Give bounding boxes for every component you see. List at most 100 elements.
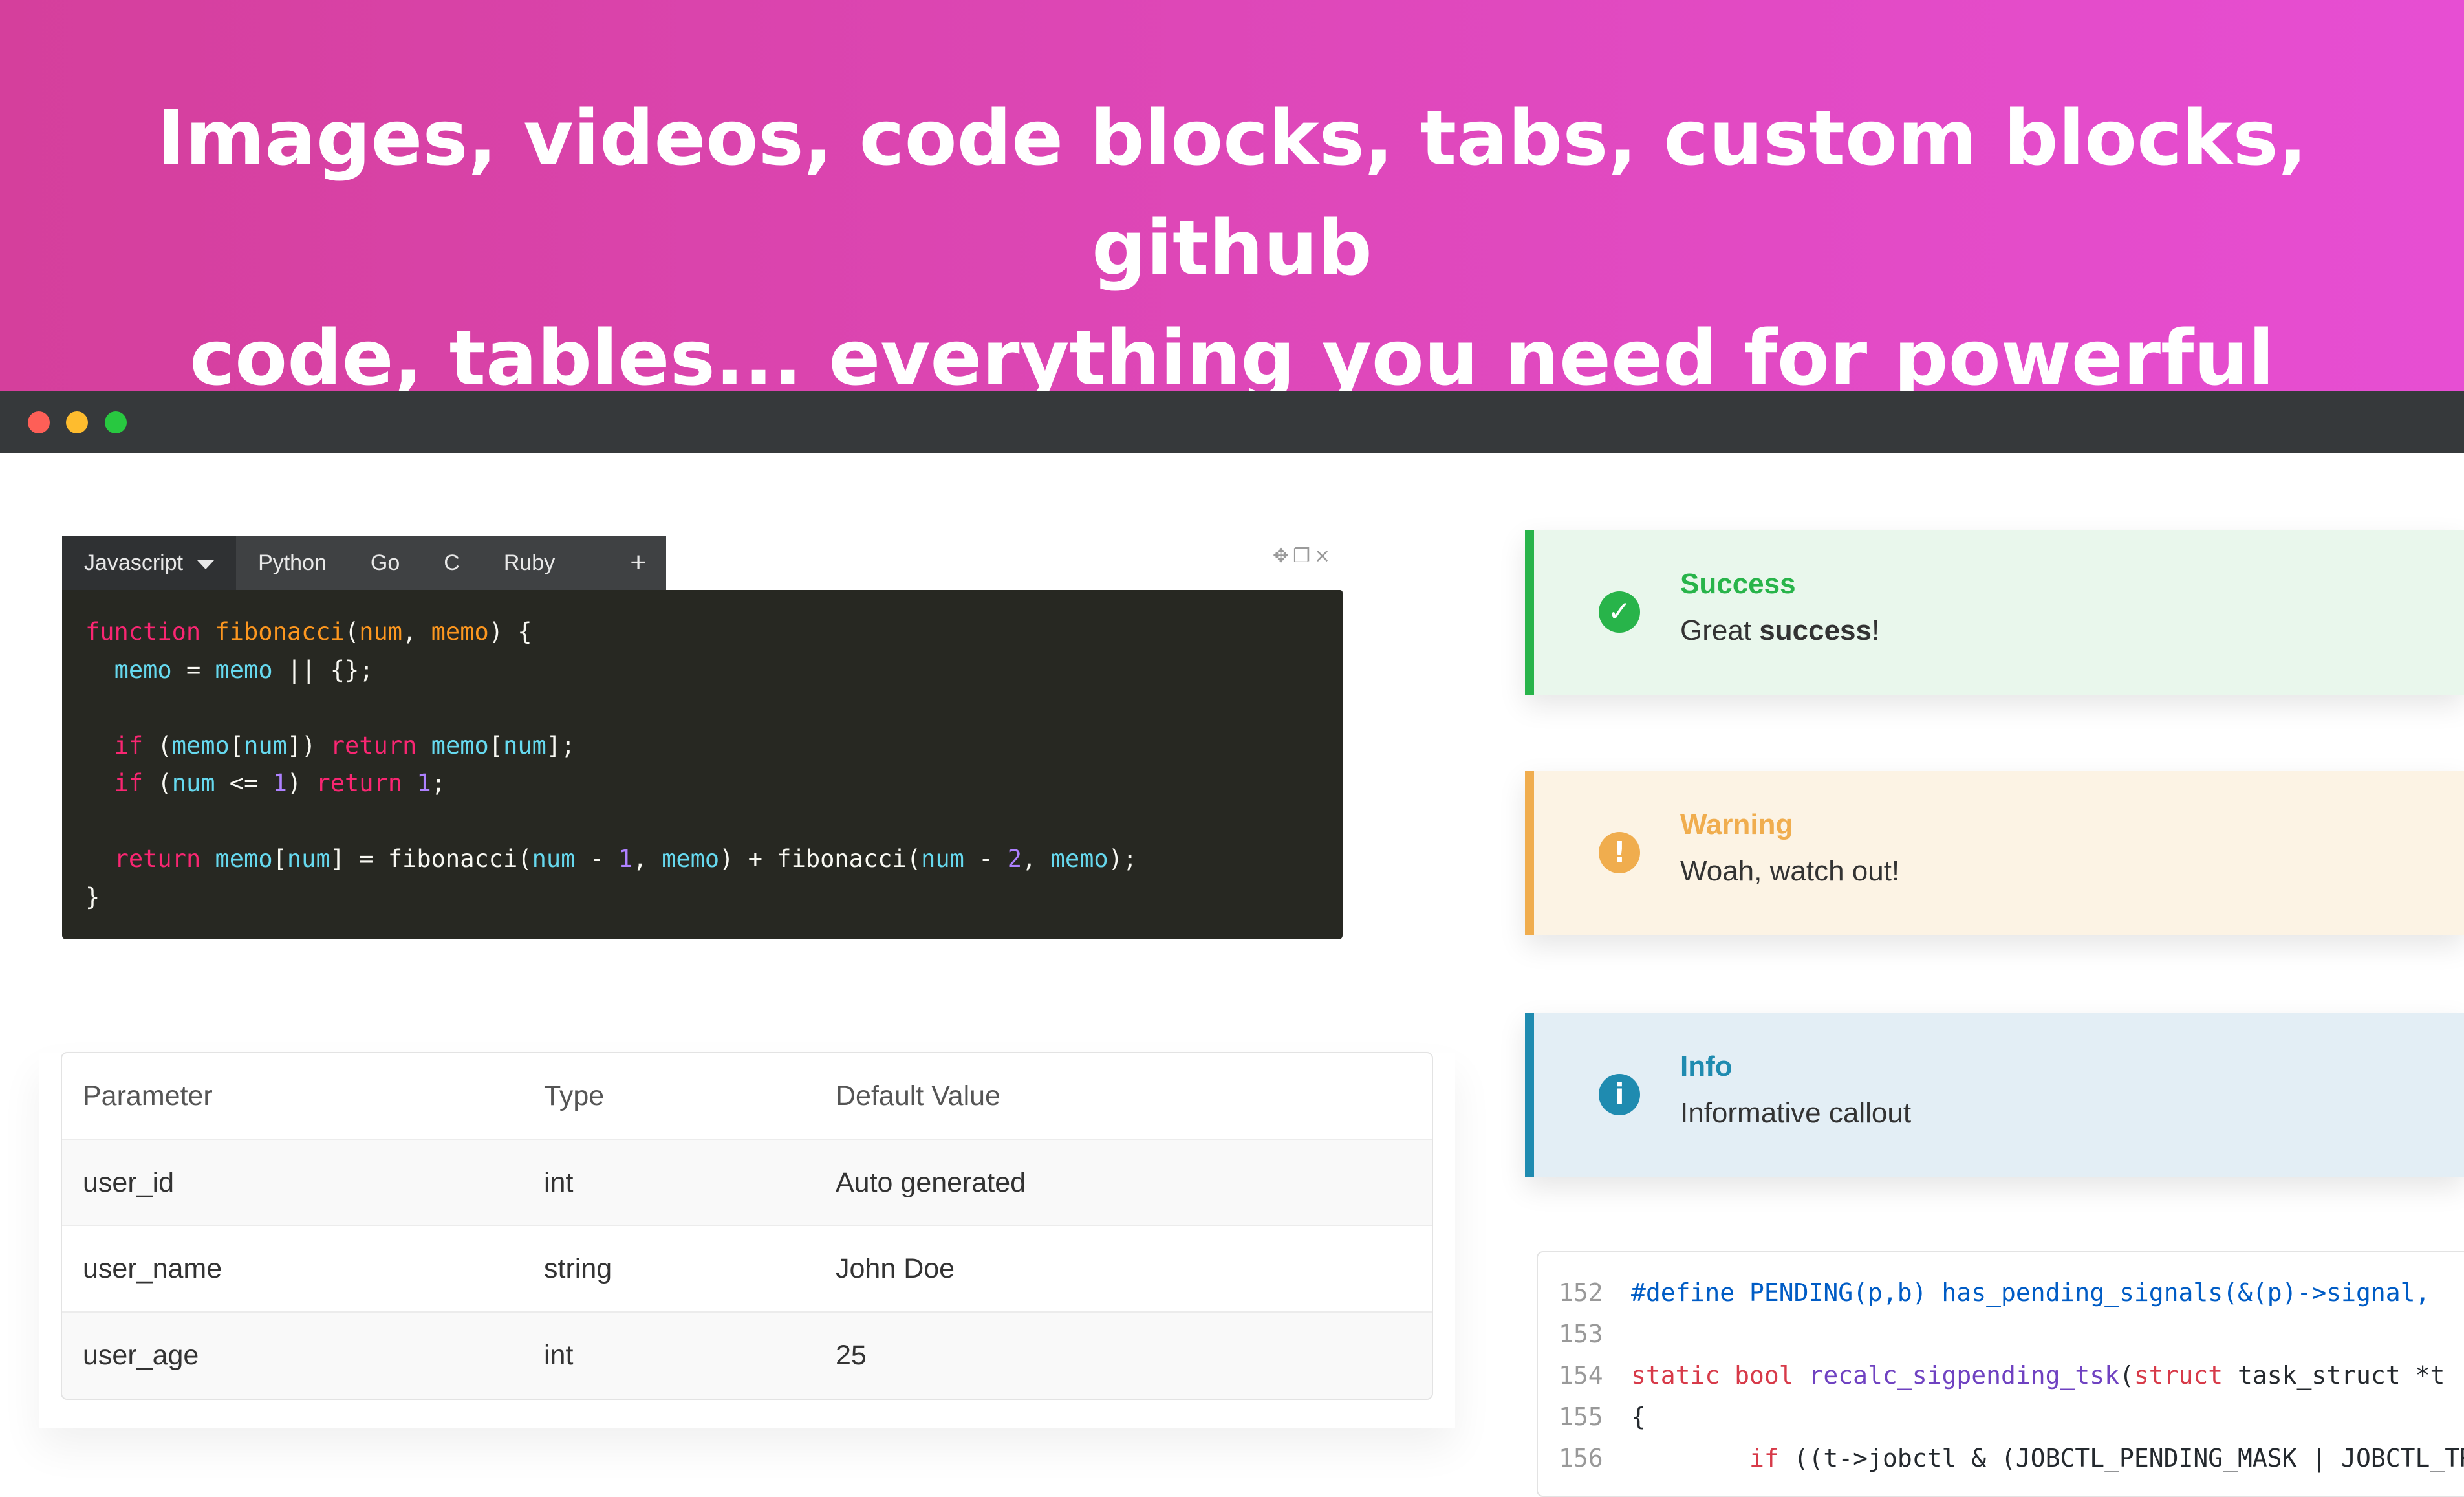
close-icon[interactable]: ×: [1314, 545, 1330, 568]
check-circle-icon: ✓: [1599, 591, 1640, 633]
code-token: ,: [1022, 845, 1051, 873]
code-line: return memo[num] = fibonacci(num - 1, me…: [85, 840, 1343, 879]
line-number[interactable]: 156: [1559, 1437, 1617, 1479]
code-token: num: [286, 845, 330, 873]
code-token: fibonacci: [215, 618, 345, 646]
callout-body: Woah, watch out!: [1680, 855, 1900, 887]
github-code-line: 155 {: [1538, 1396, 2464, 1437]
code-token: memo: [171, 731, 230, 759]
tab-go[interactable]: Go: [349, 536, 422, 590]
table-cell: user_age: [83, 1339, 199, 1371]
window-minimize-button[interactable]: [66, 411, 88, 433]
callout-body-bold: success: [1759, 615, 1872, 646]
code-tabs: Javascript Python Go C Ruby +: [62, 536, 666, 590]
line-code: #define PENDING(p,b) has_pending_signals…: [1631, 1272, 2430, 1313]
tab-javascript[interactable]: Javascript: [62, 536, 237, 590]
header-cell: Type: [544, 1080, 605, 1111]
tab-label: Python: [258, 550, 327, 575]
code-token: bool: [1735, 1361, 1809, 1390]
tab-label: Go: [370, 550, 400, 575]
line-number[interactable]: 155: [1559, 1396, 1617, 1437]
callout-body: Informative callout: [1680, 1097, 1912, 1129]
code-token: 2: [1007, 845, 1022, 873]
tab-python[interactable]: Python: [236, 536, 349, 590]
tab-ruby[interactable]: Ruby: [482, 536, 577, 590]
code-token: memo: [215, 845, 273, 873]
table-cell: string: [544, 1253, 612, 1284]
header-cell: Parameter: [83, 1080, 213, 1111]
callout-title: Info: [1680, 1051, 1733, 1082]
code-token: 1: [272, 769, 287, 797]
table-row: user_name string John Doe: [62, 1226, 1432, 1313]
code-token: ;: [431, 769, 446, 797]
line-number[interactable]: 153: [1559, 1313, 1617, 1355]
code-token: static: [1631, 1361, 1735, 1390]
table-cell: int: [544, 1339, 574, 1371]
code-token: ) + fibonacci(: [719, 845, 922, 873]
github-code-line: 153: [1538, 1313, 2464, 1355]
hero-title-line-1: Images, videos, code blocks, tabs, custo…: [157, 93, 2307, 292]
line-number[interactable]: 154: [1559, 1355, 1617, 1396]
code-token: ((t->jobctl & (JOBCTL_PENDING_MASK | JOB…: [1778, 1444, 2464, 1472]
table-cell: user_id: [83, 1166, 175, 1198]
window-title-bar: [0, 391, 2464, 453]
exclamation-circle-icon: !: [1599, 832, 1640, 873]
code-token: num: [532, 845, 576, 873]
table-cell: 25: [836, 1339, 867, 1371]
move-icon[interactable]: ✥: [1273, 545, 1289, 568]
hero-title: Images, videos, code blocks, tabs, custo…: [97, 83, 2367, 523]
table-cell: Auto generated: [836, 1166, 1026, 1198]
code-block[interactable]: function fibonacci(num, memo) { memo = m…: [62, 590, 1343, 939]
line-code: static bool recalc_sigpending_tsk(struct…: [1631, 1355, 2445, 1396]
github-code-line: 156 if ((t->jobctl & (JOBCTL_PENDING_MAS…: [1538, 1437, 2464, 1479]
code-token: memo: [1050, 845, 1108, 873]
callout-title: Warning: [1680, 809, 1793, 840]
tab-label: Ruby: [503, 550, 556, 575]
code-token: recalc_sigpending_tsk: [1808, 1361, 2119, 1390]
code-token: num: [503, 731, 546, 759]
window-maximize-button[interactable]: [105, 411, 127, 433]
code-token: memo: [431, 731, 489, 759]
code-token: memo: [431, 618, 489, 646]
code-token: if: [114, 769, 144, 797]
chevron-down-icon[interactable]: [197, 560, 215, 569]
code-token: num: [171, 769, 215, 797]
tab-label: Javascript: [84, 550, 184, 575]
code-token: 1: [618, 845, 633, 873]
tab-c[interactable]: C: [422, 536, 482, 590]
code-token: || {};: [272, 655, 374, 684]
warning-callout: ! Warning Woah, watch out!: [1525, 771, 2464, 935]
table-row: user_id int Auto generated: [62, 1139, 1432, 1226]
info-circle-icon: i: [1599, 1074, 1640, 1115]
code-token: ,: [402, 618, 431, 646]
code-token: [: [229, 731, 244, 759]
callout-body-suffix: !: [1871, 615, 1880, 646]
callout-body: Great success!: [1680, 615, 1879, 647]
code-token: return: [330, 731, 417, 759]
code-token: {: [1631, 1403, 1646, 1431]
code-token: -: [964, 845, 1008, 873]
code-token: (: [2119, 1361, 2134, 1390]
github-code-block[interactable]: 152 #define PENDING(p,b) has_pending_sign…: [1537, 1251, 2464, 1497]
code-token: return: [316, 769, 403, 797]
line-number[interactable]: 152: [1559, 1272, 1617, 1313]
add-tab-button[interactable]: +: [611, 536, 666, 590]
line-code: {: [1631, 1396, 1646, 1437]
code-token: num: [359, 618, 403, 646]
code-token: task_struct *t: [2223, 1361, 2445, 1390]
code-line: memo = memo || {};: [85, 651, 1343, 690]
code-token: ,: [632, 845, 662, 873]
copy-icon[interactable]: ❐: [1293, 545, 1310, 568]
info-callout: i Info Informative callout: [1525, 1013, 2464, 1177]
code-token: ): [286, 769, 316, 797]
hero-banner: Images, videos, code blocks, tabs, custo…: [0, 0, 2464, 512]
code-line: }: [85, 879, 1343, 917]
table-row: user_age int 25: [62, 1312, 1432, 1399]
window-close-button[interactable]: [28, 411, 50, 433]
code-token: (: [143, 731, 172, 759]
